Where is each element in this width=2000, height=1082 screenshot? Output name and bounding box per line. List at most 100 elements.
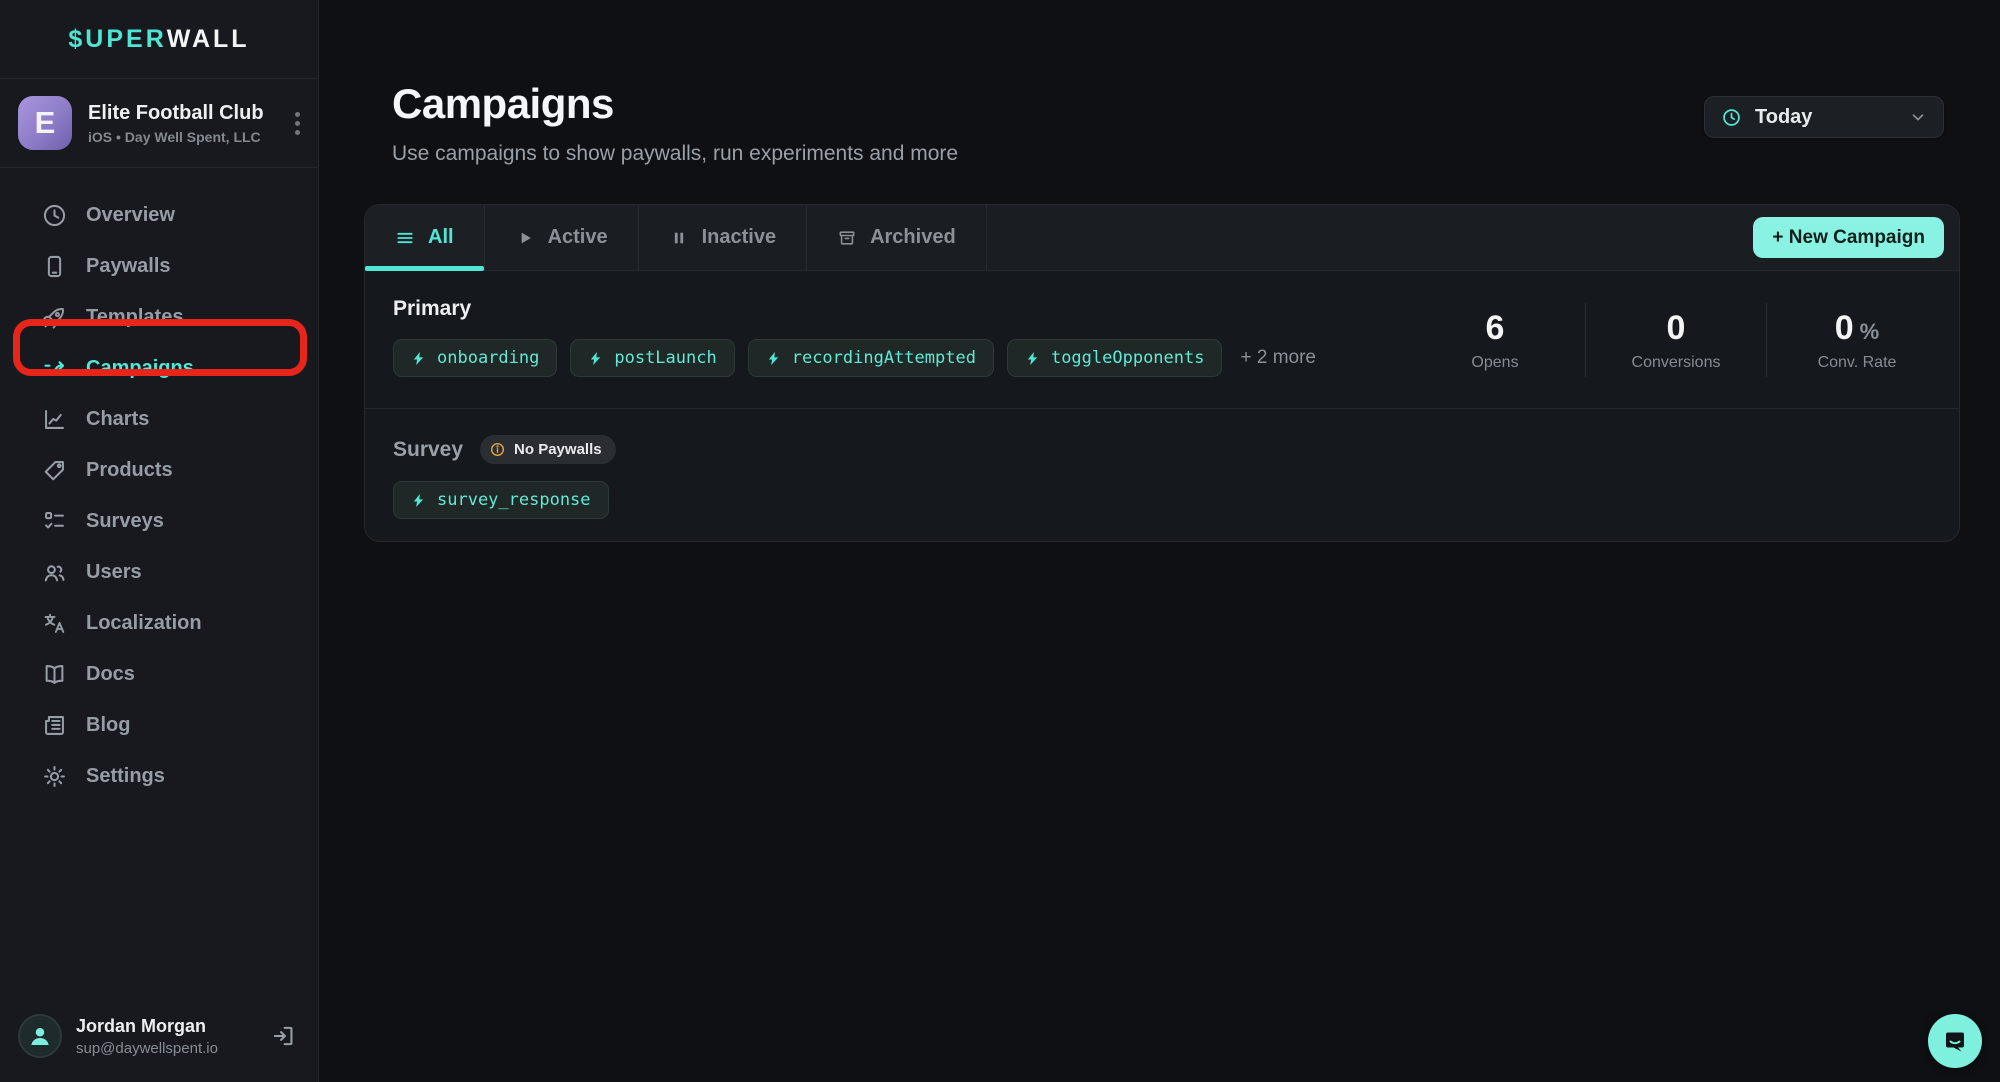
sidebar-item-charts[interactable]: Charts — [0, 394, 318, 445]
logout-icon[interactable] — [270, 1023, 296, 1049]
rocket-icon — [41, 304, 68, 331]
translate-icon — [41, 610, 68, 637]
tab-active[interactable]: Active — [485, 205, 639, 270]
sidebar-item-users[interactable]: Users — [0, 547, 318, 598]
tag-label: onboarding — [437, 348, 539, 368]
tag-icon — [41, 457, 68, 484]
phone-icon — [41, 253, 68, 280]
tab-label: Active — [548, 226, 608, 249]
user-email: sup@daywellspent.io — [76, 1040, 256, 1057]
checklist-icon — [41, 508, 68, 535]
sidebar-item-overview[interactable]: Overview — [0, 190, 318, 241]
page-subtitle: Use campaigns to show paywalls, run expe… — [392, 142, 958, 166]
campaign-row-survey[interactable]: Survey No Paywalls survey_response — [365, 409, 1959, 543]
bolt-icon — [766, 351, 781, 366]
sidebar-item-label: Localization — [86, 612, 202, 635]
sidebar-nav: Overview Paywalls Templates Campaigns Ch… — [0, 168, 318, 802]
sidebar-item-paywalls[interactable]: Paywalls — [0, 241, 318, 292]
app-avatar: E — [18, 96, 72, 150]
chat-bubble-icon — [1941, 1027, 1969, 1055]
stat-value: 6 — [1486, 309, 1505, 347]
info-icon — [489, 441, 506, 458]
chart-icon — [41, 406, 68, 433]
bolt-icon — [411, 351, 426, 366]
stat-suffix: % — [1860, 319, 1880, 344]
sidebar-item-settings[interactable]: Settings — [0, 751, 318, 802]
tag-label: recordingAttempted — [792, 348, 976, 368]
sidebar-item-campaigns[interactable]: Campaigns — [0, 343, 318, 394]
account-switcher[interactable]: E Elite Football Club iOS • Day Well Spe… — [0, 79, 318, 168]
sidebar-item-label: Docs — [86, 663, 135, 686]
new-campaign-button[interactable]: + New Campaign — [1753, 217, 1944, 258]
trigger-tag[interactable]: recordingAttempted — [748, 339, 994, 377]
sidebar-item-blog[interactable]: Blog — [0, 700, 318, 751]
tab-inactive[interactable]: Inactive — [639, 205, 807, 270]
sidebar-item-label: Users — [86, 561, 142, 584]
tab-archived[interactable]: Archived — [807, 205, 987, 270]
user-name: Jordan Morgan — [76, 1016, 256, 1037]
sidebar-item-products[interactable]: Products — [0, 445, 318, 496]
bolt-icon — [588, 351, 603, 366]
more-tags-label: + 2 more — [1240, 347, 1316, 369]
account-subtitle: iOS • Day Well Spent, LLC — [88, 129, 275, 145]
chat-launcher-button[interactable] — [1928, 1014, 1982, 1068]
clock-icon — [41, 202, 68, 229]
logo-text-teal: $UPER — [68, 25, 166, 54]
sidebar-item-label: Settings — [86, 765, 165, 788]
clock-icon — [1721, 107, 1742, 128]
chevron-down-icon — [1909, 108, 1927, 126]
stat-value: 0 — [1835, 309, 1854, 347]
superwall-logo: $UPERWALL — [0, 0, 318, 79]
kebab-menu-icon[interactable] — [291, 106, 304, 141]
tag-label: toggleOpponents — [1051, 348, 1205, 368]
campaign-stats: 6 Opens 0 Conversions 0% Conv. Rate — [1405, 303, 1947, 377]
sidebar-item-templates[interactable]: Templates — [0, 292, 318, 343]
pause-icon — [669, 228, 689, 248]
sidebar-item-localization[interactable]: Localization — [0, 598, 318, 649]
stat-opens: 6 Opens — [1405, 309, 1585, 372]
sidebar-item-label: Overview — [86, 204, 175, 227]
sidebar-item-label: Charts — [86, 408, 149, 431]
tab-label: Archived — [870, 226, 956, 249]
user-profile[interactable]: Jordan Morgan sup@daywellspent.io — [0, 998, 318, 1082]
tab-all[interactable]: All — [365, 205, 485, 270]
user-avatar — [18, 1014, 62, 1058]
trigger-tag[interactable]: postLaunch — [570, 339, 734, 377]
sidebar-item-label: Surveys — [86, 510, 164, 533]
trigger-tag[interactable]: survey_response — [393, 481, 609, 519]
stat-label: Opens — [1405, 354, 1585, 372]
sidebar-item-docs[interactable]: Docs — [0, 649, 318, 700]
sidebar-item-label: Campaigns — [86, 357, 194, 380]
users-icon — [41, 559, 68, 586]
stat-label: Conversions — [1586, 354, 1766, 372]
trigger-tag[interactable]: toggleOpponents — [1007, 339, 1223, 377]
archive-icon — [837, 228, 857, 248]
stat-conversions: 0 Conversions — [1586, 309, 1766, 372]
list-icon — [395, 228, 415, 248]
trigger-tag[interactable]: onboarding — [393, 339, 557, 377]
sidebar-item-surveys[interactable]: Surveys — [0, 496, 318, 547]
tab-label: All — [428, 226, 454, 249]
gear-icon — [41, 763, 68, 790]
bolt-icon — [1025, 351, 1040, 366]
main-content: Campaigns Use campaigns to show paywalls… — [320, 0, 2000, 1082]
tag-label: survey_response — [437, 490, 591, 510]
stat-label: Conv. Rate — [1767, 354, 1947, 372]
date-filter-dropdown[interactable]: Today — [1704, 96, 1944, 138]
logo-text-white: WALL — [167, 25, 250, 54]
sidebar-item-label: Templates — [86, 306, 183, 329]
sidebar-item-label: Paywalls — [86, 255, 171, 278]
stat-value: 0 — [1667, 309, 1686, 347]
tag-label: postLaunch — [614, 348, 716, 368]
campaigns-panel: All Active Inactive Archived + New Campa… — [364, 204, 1960, 542]
campaign-row-primary[interactable]: Primary onboarding postLaunch recordingA… — [365, 271, 1959, 409]
stat-conv-rate: 0% Conv. Rate — [1767, 309, 1947, 372]
bolt-icon — [411, 493, 426, 508]
newspaper-icon — [41, 712, 68, 739]
badge-label: No Paywalls — [514, 441, 602, 458]
play-icon — [515, 228, 535, 248]
page-title: Campaigns — [392, 80, 958, 128]
campaigns-tabbar: All Active Inactive Archived + New Campa… — [365, 205, 1959, 271]
no-paywalls-badge: No Paywalls — [480, 435, 616, 464]
person-icon — [25, 1021, 55, 1051]
